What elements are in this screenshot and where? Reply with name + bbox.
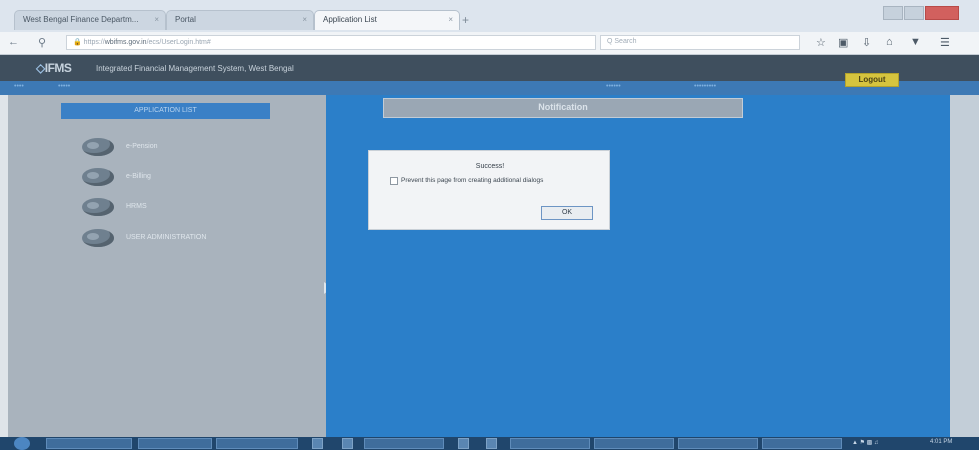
module-label: HRMS — [126, 203, 147, 210]
taskbar: ▲ ⚑ ▩ ♫ 4:01 PM — [0, 437, 979, 450]
pocket-icon[interactable]: ▼ — [910, 36, 921, 48]
module-label: USER ADMINISTRATION — [126, 234, 207, 241]
module-label: e-Billing — [126, 173, 151, 180]
taskbar-item[interactable] — [364, 438, 444, 449]
taskbar-app-icon[interactable] — [458, 438, 469, 449]
application-list-panel: APPLICATION LIST e-Pension e-Billing HRM… — [8, 95, 326, 437]
module-icon — [82, 138, 114, 156]
taskbar-app-icon[interactable] — [486, 438, 497, 449]
taskbar-item[interactable] — [510, 438, 590, 449]
close-icon[interactable]: × — [154, 15, 159, 24]
system-tray-icons[interactable]: ▲ ⚑ ▩ ♫ — [852, 439, 879, 446]
nav-link[interactable]: ••••• — [58, 83, 70, 90]
taskbar-clock[interactable]: 4:01 PM — [930, 439, 952, 445]
tab-finance-department[interactable]: West Bengal Finance Departm... × — [14, 10, 166, 30]
taskbar-item[interactable] — [594, 438, 674, 449]
application-list-header: APPLICATION LIST — [61, 103, 270, 119]
module-icon — [82, 229, 114, 247]
menu-icon[interactable]: ☰ — [940, 36, 950, 49]
logout-button[interactable]: Logout — [845, 73, 899, 87]
start-button[interactable] — [14, 437, 30, 450]
close-window-button[interactable] — [925, 6, 959, 20]
prevent-dialogs-label[interactable]: Prevent this page from creating addition… — [401, 177, 543, 184]
taskbar-item[interactable] — [216, 438, 298, 449]
url-domain: wbifms.gov.in — [104, 39, 147, 46]
nav-link-change-password[interactable]: ••••••••• — [694, 83, 716, 90]
taskbar-app-icon[interactable] — [312, 438, 323, 449]
maximize-button[interactable] — [904, 6, 924, 20]
browser-nav-bar: ← ⚲ 🔒 https://wbifms.gov.in/ecs/UserLogi… — [0, 32, 979, 55]
logo-text: IFMS — [44, 61, 72, 75]
bookmark-star-icon[interactable]: ☆ — [816, 36, 826, 49]
home-icon[interactable]: ⌂ — [886, 36, 893, 48]
app-header: ◇IFMS Integrated Financial Management Sy… — [0, 55, 979, 81]
notification-header: Notification — [383, 98, 743, 118]
module-icon — [82, 168, 114, 186]
address-bar[interactable]: 🔒 https://wbifms.gov.in/ecs/UserLogin.ht… — [66, 35, 596, 50]
tab-label: West Bengal Finance Departm... — [23, 15, 139, 24]
taskbar-item[interactable] — [46, 438, 132, 449]
back-icon[interactable]: ← — [8, 36, 19, 48]
dialog-message: Success! — [475, 163, 505, 170]
alert-dialog: Success! Prevent this page from creating… — [368, 150, 610, 230]
tab-application-list[interactable]: Application List × — [314, 10, 460, 30]
minimize-button[interactable] — [883, 6, 903, 20]
tab-label: Portal — [175, 15, 196, 24]
reading-list-icon[interactable]: ▣ — [838, 36, 848, 49]
tab-portal[interactable]: Portal × — [166, 10, 314, 30]
app-nav-bar: •••• ••••• •••••• ••••••••• — [0, 81, 979, 95]
nav-link-home[interactable]: •••• — [14, 83, 24, 90]
nav-link-user[interactable]: •••••• — [606, 83, 621, 90]
url-path: /ecs/UserLogin.htm# — [146, 39, 211, 46]
key-icon[interactable]: ⚲ — [38, 36, 46, 49]
prevent-dialogs-checkbox[interactable] — [390, 177, 398, 185]
app-title: Integrated Financial Management System, … — [96, 64, 294, 73]
logo-mark: ◇ — [36, 61, 45, 75]
module-icon — [82, 198, 114, 216]
taskbar-item[interactable] — [138, 438, 212, 449]
search-placeholder: Q Search — [607, 38, 637, 45]
main-content-panel: Notification — [326, 95, 950, 437]
lock-icon: 🔒 — [73, 39, 82, 46]
search-input[interactable]: Q Search — [600, 35, 800, 50]
taskbar-app-icon[interactable] — [342, 438, 353, 449]
taskbar-item[interactable] — [762, 438, 842, 449]
browser-tab-bar: West Bengal Finance Departm... × Portal … — [0, 0, 979, 32]
taskbar-item[interactable] — [678, 438, 758, 449]
download-icon[interactable]: ⇩ — [862, 36, 871, 49]
new-tab-icon[interactable]: + — [462, 13, 469, 27]
close-icon[interactable]: × — [302, 15, 307, 24]
module-label: e-Pension — [126, 143, 158, 150]
ifms-logo: ◇IFMS — [36, 61, 72, 75]
right-margin — [950, 95, 979, 437]
url-prefix: https:// — [83, 39, 105, 46]
ok-button[interactable]: OK — [541, 206, 593, 220]
close-icon[interactable]: × — [448, 15, 453, 24]
tab-label: Application List — [323, 15, 377, 24]
